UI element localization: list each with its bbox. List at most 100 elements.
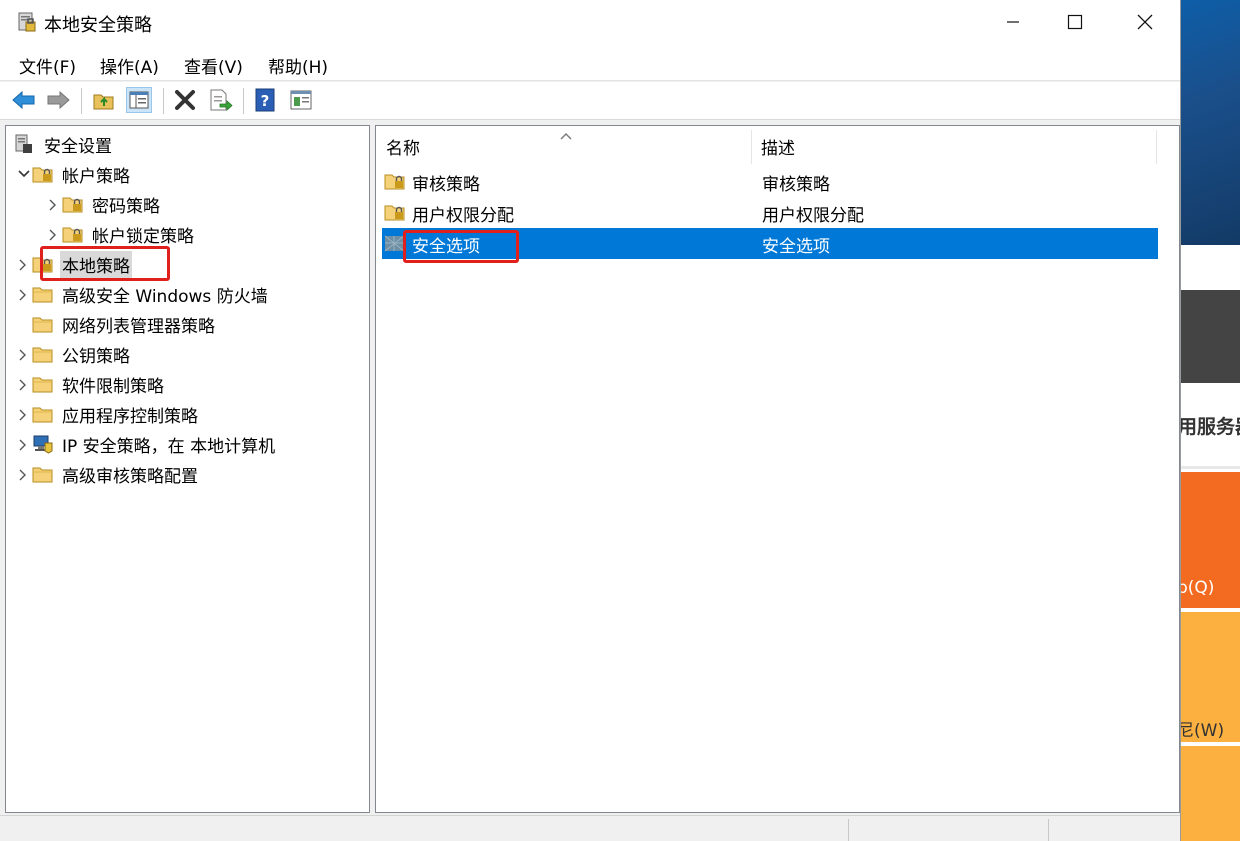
tree-item-app-control[interactable]: 应用程序控制策略	[14, 400, 200, 428]
toolbar-separator	[243, 88, 244, 114]
properties-icon[interactable]	[288, 87, 314, 113]
maximize-button[interactable]	[1052, 0, 1098, 45]
folder-icon	[32, 344, 54, 364]
show-hide-tree-icon[interactable]	[126, 87, 152, 113]
tree-root-security-settings[interactable]: 安全设置	[14, 130, 114, 158]
chevron-right-icon[interactable]	[14, 460, 32, 488]
desktop-wallpaper	[1181, 0, 1240, 245]
tree-item-label: 帐户策略	[62, 166, 130, 187]
title-bar[interactable]: 本地安全策略	[0, 0, 1180, 45]
column-header-name-label: 名称	[386, 138, 420, 159]
security-settings-icon	[14, 134, 36, 154]
background-window: 用服务器 b(Q) 尼(W)	[1181, 0, 1240, 841]
folder-icon	[32, 314, 54, 334]
policy-folder-lock-icon	[384, 171, 406, 191]
menu-bar: 文件(F) 操作(A) 查看(V) 帮助(H)	[0, 45, 1180, 81]
forward-arrow-icon[interactable]	[45, 87, 71, 113]
policy-folder-lock-icon	[62, 194, 84, 214]
toolbar-separator	[163, 88, 164, 114]
close-button[interactable]	[1122, 0, 1168, 45]
menu-action[interactable]: 操作(A)	[100, 53, 159, 78]
red-highlight-box	[403, 230, 519, 263]
minimize-button[interactable]	[990, 0, 1036, 45]
list-row-description: 审核策略	[762, 175, 830, 195]
list-row-user-rights[interactable]: 用户权限分配 用户权限分配	[382, 197, 1158, 228]
window-title: 本地安全策略	[44, 15, 152, 36]
back-arrow-icon[interactable]	[11, 87, 37, 113]
tree-item-windows-firewall[interactable]: 高级安全 Windows 防火墙	[14, 280, 270, 308]
tree-item-label: 高级安全 Windows 防火墙	[62, 286, 268, 307]
column-separator[interactable]	[1156, 130, 1157, 164]
minimize-icon	[1007, 21, 1019, 23]
chevron-placeholder	[14, 310, 32, 338]
background-text-2: b(Q)	[1181, 578, 1215, 598]
column-header-description[interactable]: 描述	[751, 126, 1156, 166]
folder-icon	[32, 374, 54, 394]
tree-item-label: 高级审核策略配置	[62, 466, 198, 487]
tree-item-public-key-policies[interactable]: 公钥策略	[14, 340, 132, 368]
chevron-right-icon[interactable]	[14, 370, 32, 398]
up-folder-icon[interactable]	[91, 87, 117, 113]
background-divider	[1181, 466, 1240, 469]
policy-folder-lock-icon	[62, 224, 84, 244]
help-icon[interactable]: ?	[253, 87, 279, 113]
tree-item-label: 网络列表管理器策略	[62, 316, 215, 337]
tree-item-label: 公钥策略	[62, 346, 130, 367]
chevron-right-icon[interactable]	[44, 190, 62, 218]
list-row-audit-policy[interactable]: 审核策略 审核策略	[382, 166, 1158, 197]
tree-root-label: 安全设置	[44, 136, 112, 157]
column-header-description-label: 描述	[761, 138, 795, 159]
chevron-right-icon[interactable]	[14, 250, 32, 278]
tree-item-label: 密码策略	[92, 196, 160, 217]
result-list-pane[interactable]: 名称 描述 审核策略 审核策略 用户权限分配 用户权限分配 安全选项 安全选项	[375, 125, 1180, 813]
list-row-name: 审核策略	[412, 175, 480, 195]
red-highlight-box	[40, 246, 170, 281]
tree-item-software-restriction[interactable]: 软件限制策略	[14, 370, 166, 398]
background-dark-banner	[1181, 290, 1240, 383]
chevron-right-icon[interactable]	[14, 340, 32, 368]
security-policy-app-icon	[17, 11, 37, 33]
chevron-right-icon[interactable]	[14, 430, 32, 458]
tree-item-label: IP 安全策略，在 本地计算机	[62, 436, 276, 457]
ip-security-computer-icon	[32, 434, 54, 454]
chevron-right-icon[interactable]	[44, 220, 62, 248]
toolbar-separator	[81, 88, 82, 114]
tree-item-label: 帐户锁定策略	[92, 226, 194, 247]
menu-file[interactable]: 文件(F)	[19, 53, 76, 78]
export-list-icon[interactable]	[207, 87, 233, 113]
chevron-right-icon[interactable]	[14, 400, 32, 428]
chevron-right-icon[interactable]	[14, 280, 32, 308]
tree-item-password-policy[interactable]: 密码策略	[44, 190, 162, 218]
folder-icon	[32, 284, 54, 304]
svg-text:?: ?	[261, 92, 270, 110]
menu-help[interactable]: 帮助(H)	[268, 53, 328, 78]
background-yellow-tile-2[interactable]	[1181, 746, 1240, 841]
folder-icon	[32, 404, 54, 424]
local-security-policy-window: 本地安全策略 文件(F) 操作(A) 查看(V) 帮助(H) ? 安全设置 帐户…	[0, 0, 1181, 841]
delete-icon[interactable]	[172, 87, 198, 113]
toolbar: ?	[0, 82, 1180, 120]
background-text-1: 用服务器	[1181, 416, 1240, 438]
status-separator	[1048, 819, 1049, 841]
policy-folder-lock-icon	[32, 164, 54, 184]
chevron-down-icon[interactable]	[14, 160, 32, 188]
tree-item-account-lockout-policy[interactable]: 帐户锁定策略	[44, 220, 196, 248]
tree-item-ip-security[interactable]: IP 安全策略，在 本地计算机	[14, 430, 277, 458]
tree-item-label: 应用程序控制策略	[62, 406, 198, 427]
status-separator	[848, 819, 849, 841]
tree-item-label: 软件限制策略	[62, 376, 164, 397]
folder-icon	[32, 464, 54, 484]
maximize-icon	[1067, 14, 1083, 30]
close-icon	[1137, 14, 1153, 30]
sort-ascending-icon	[559, 126, 573, 146]
list-row-description: 用户权限分配	[762, 206, 864, 226]
tree-item-account-policies[interactable]: 帐户策略	[14, 160, 132, 188]
console-tree-pane[interactable]: 安全设置 帐户策略 密码策略 帐户锁定策略 本地策略 高级安全 Windows …	[5, 125, 370, 813]
policy-folder-lock-icon	[384, 202, 406, 222]
list-row-name: 用户权限分配	[412, 206, 514, 226]
menu-view[interactable]: 查看(V)	[184, 53, 243, 78]
background-text-3: 尼(W)	[1181, 721, 1225, 741]
tree-item-advanced-audit[interactable]: 高级审核策略配置	[14, 460, 200, 488]
tree-item-network-list-manager[interactable]: 网络列表管理器策略	[14, 310, 217, 338]
status-bar	[0, 815, 1180, 841]
